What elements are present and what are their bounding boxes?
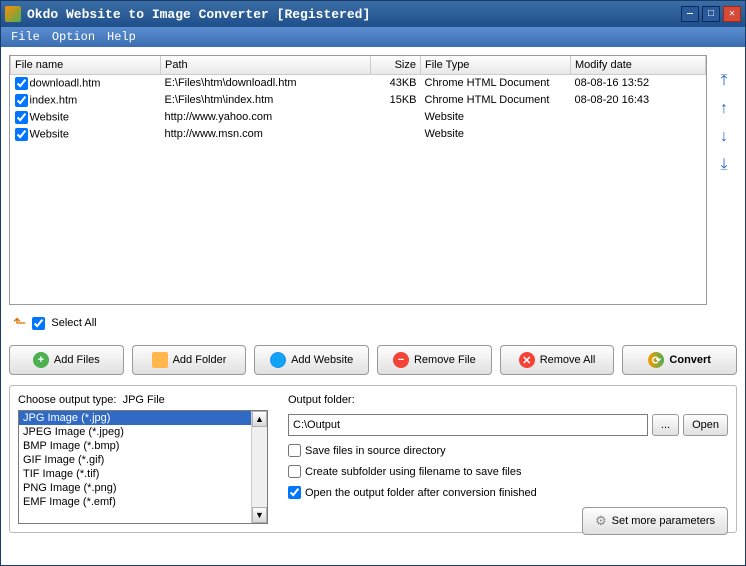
- listbox-scrollbar[interactable]: ▲ ▼: [251, 411, 267, 523]
- action-button-row: +Add Files Add Folder 🌐Add Website −Remo…: [9, 341, 737, 379]
- output-type-label: Choose output type: JPG File: [18, 394, 268, 406]
- window-controls: — □ ✕: [681, 6, 741, 22]
- col-filename[interactable]: File name: [11, 56, 161, 74]
- col-size[interactable]: Size: [371, 56, 421, 74]
- menu-file[interactable]: File: [7, 28, 44, 46]
- output-type-option[interactable]: JPEG Image (*.jpeg): [19, 425, 251, 439]
- remove-all-icon: ✕: [519, 352, 535, 368]
- row-checkbox[interactable]: [15, 94, 28, 107]
- col-path[interactable]: Path: [161, 56, 371, 74]
- app-logo-icon: [5, 6, 21, 22]
- output-folder-input[interactable]: [288, 414, 648, 436]
- table-row[interactable]: downloadl.htmE:\Files\htm\downloadl.htm4…: [11, 74, 706, 92]
- plus-icon: +: [33, 352, 49, 368]
- reorder-controls: ⤒ ↑ ↓ ⤓: [711, 55, 737, 305]
- save-source-checkbox[interactable]: [288, 444, 301, 457]
- table-row[interactable]: Websitehttp://www.yahoo.comWebsite: [11, 109, 706, 126]
- table-row[interactable]: Websitehttp://www.msn.comWebsite: [11, 126, 706, 143]
- output-panel: Choose output type: JPG File JPG Image (…: [9, 385, 737, 533]
- output-type-listbox[interactable]: JPG Image (*.jpg)JPEG Image (*.jpeg)BMP …: [18, 410, 268, 524]
- select-all-checkbox[interactable]: [32, 317, 45, 330]
- output-type-option[interactable]: TIF Image (*.tif): [19, 467, 251, 481]
- select-all-label: Select All: [51, 317, 96, 329]
- open-after-label: Open the output folder after conversion …: [305, 487, 537, 499]
- open-folder-button[interactable]: Open: [683, 414, 728, 436]
- maximize-button[interactable]: □: [702, 6, 720, 22]
- set-more-parameters-button[interactable]: ⚙Set more parameters: [582, 507, 728, 535]
- add-website-button[interactable]: 🌐Add Website: [254, 345, 369, 375]
- col-modify[interactable]: Modify date: [571, 56, 706, 74]
- app-window: Okdo Website to Image Converter [Registe…: [0, 0, 746, 566]
- globe-icon: 🌐: [270, 352, 286, 368]
- output-folder-label: Output folder:: [288, 394, 728, 406]
- output-type-option[interactable]: EMF Image (*.emf): [19, 495, 251, 509]
- move-up-button[interactable]: ↑: [714, 99, 734, 119]
- content-area: File name Path Size File Type Modify dat…: [1, 47, 745, 565]
- output-folder-row: ... Open: [288, 414, 728, 436]
- open-after-checkbox[interactable]: [288, 486, 301, 499]
- move-down-button[interactable]: ↓: [714, 127, 734, 147]
- table-row-container: File name Path Size File Type Modify dat…: [9, 55, 737, 305]
- move-top-button[interactable]: ⤒: [714, 71, 734, 91]
- titlebar: Okdo Website to Image Converter [Registe…: [1, 1, 745, 27]
- convert-icon: ⟳: [648, 352, 664, 368]
- row-checkbox[interactable]: [15, 111, 28, 124]
- select-all-row: ⬑ Select All: [9, 311, 737, 335]
- subfolder-label: Create subfolder using filename to save …: [305, 466, 521, 478]
- minimize-button[interactable]: —: [681, 6, 699, 22]
- row-checkbox[interactable]: [15, 77, 28, 90]
- add-files-button[interactable]: +Add Files: [9, 345, 124, 375]
- move-bottom-button[interactable]: ⤓: [714, 155, 734, 175]
- output-options-section: Output folder: ... Open Save files in so…: [288, 394, 728, 524]
- output-type-section: Choose output type: JPG File JPG Image (…: [18, 394, 268, 524]
- file-table: File name Path Size File Type Modify dat…: [9, 55, 707, 305]
- table-header-row: File name Path Size File Type Modify dat…: [11, 56, 706, 74]
- gear-icon: ⚙: [595, 513, 607, 529]
- scroll-up-button[interactable]: ▲: [252, 411, 267, 427]
- menu-option[interactable]: Option: [48, 28, 99, 46]
- remove-file-button[interactable]: −Remove File: [377, 345, 492, 375]
- menu-bar: File Option Help: [1, 27, 745, 47]
- table-row[interactable]: index.htmE:\Files\htm\index.htm15KBChrom…: [11, 92, 706, 109]
- scroll-down-button[interactable]: ▼: [252, 507, 267, 523]
- menu-help[interactable]: Help: [103, 28, 140, 46]
- window-title: Okdo Website to Image Converter [Registe…: [27, 7, 681, 22]
- convert-button[interactable]: ⟳Convert: [622, 345, 737, 375]
- remove-all-button[interactable]: ✕Remove All: [500, 345, 615, 375]
- output-type-option[interactable]: GIF Image (*.gif): [19, 453, 251, 467]
- close-button[interactable]: ✕: [723, 6, 741, 22]
- save-source-label: Save files in source directory: [305, 445, 446, 457]
- subfolder-checkbox[interactable]: [288, 465, 301, 478]
- output-type-option[interactable]: JPG Image (*.jpg): [19, 411, 251, 425]
- row-checkbox[interactable]: [15, 128, 28, 141]
- output-type-option[interactable]: BMP Image (*.bmp): [19, 439, 251, 453]
- output-type-option[interactable]: PNG Image (*.png): [19, 481, 251, 495]
- up-folder-icon[interactable]: ⬑: [13, 313, 26, 333]
- scroll-track[interactable]: [252, 427, 267, 507]
- col-filetype[interactable]: File Type: [421, 56, 571, 74]
- folder-icon: [152, 352, 168, 368]
- minus-icon: −: [393, 352, 409, 368]
- add-folder-button[interactable]: Add Folder: [132, 345, 247, 375]
- browse-button[interactable]: ...: [652, 414, 679, 436]
